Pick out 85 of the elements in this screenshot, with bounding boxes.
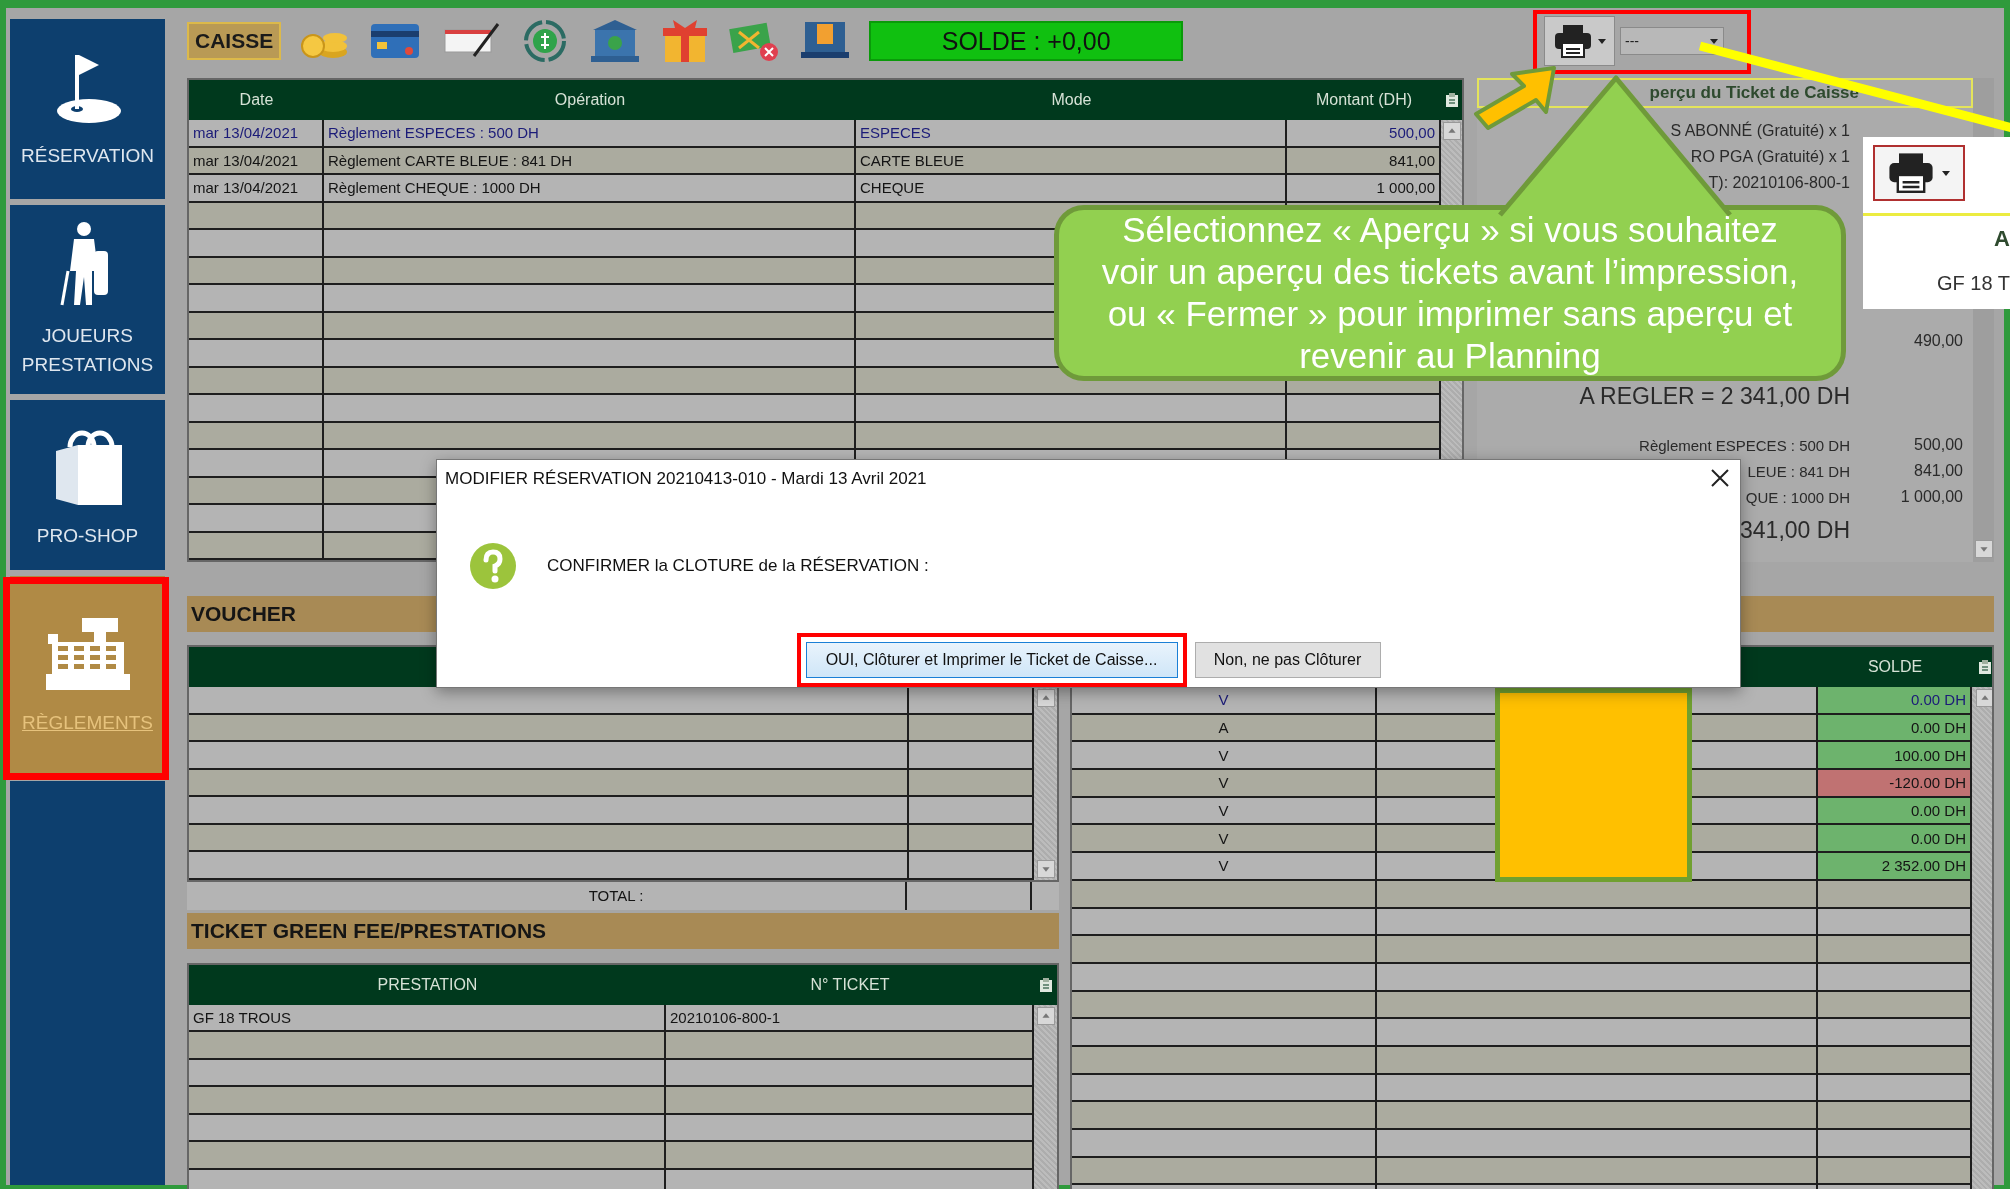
- preview-title: perçu du Ticket de Caisse: [1649, 83, 1859, 103]
- sidebar-label: RÉSERVATION: [20, 143, 155, 168]
- sidebar-item[interactable]: JOUEURS PRESTATIONS: [10, 205, 165, 394]
- table-cell[interactable]: Règlement ESPECES : 500 DH: [324, 120, 856, 146]
- preview-line: QUE : 1000 DH: [1745, 488, 1850, 506]
- scroll-down-icon[interactable]: [1974, 540, 1993, 558]
- table-cell[interactable]: Règlement CHEQUE : 1000 DH: [324, 175, 856, 201]
- caret-icon: [1596, 37, 1607, 45]
- scroll-up-icon[interactable]: [1442, 122, 1461, 140]
- column-header[interactable]: Montant (DH): [1316, 91, 1412, 109]
- column-header[interactable]: Mode: [1051, 91, 1092, 109]
- preview-line: A REGLER = 2 341,00 DH: [1579, 382, 1850, 410]
- print-button[interactable]: [1873, 145, 1965, 201]
- table-cell[interactable]: 0.00 DH: [1818, 687, 1972, 713]
- callout-text: Sélectionnez « Aperçu » si vous souhaitez voir un aperçu des tickets avant l’impression, ou « Fermer » pour imprimer sans aperçu et revenir au Planning: [1100, 209, 1800, 377]
- column-header[interactable]: Opération: [554, 91, 626, 109]
- scrollbar[interactable]: [1034, 1004, 1057, 1189]
- sidebar-item[interactable]: PRO-SHOP: [10, 400, 165, 570]
- balance-display: SOLDE : +0,00: [869, 21, 1184, 61]
- dialog-button[interactable]: Non, ne pas Clôturer: [1194, 642, 1381, 678]
- caret-icon: [1709, 37, 1719, 45]
- table-cell[interactable]: 0.00 DH: [1818, 714, 1972, 741]
- column-header[interactable]: Date: [239, 91, 274, 109]
- scroll-up-icon[interactable]: [1036, 1006, 1055, 1025]
- register-label: CAISSE: [187, 22, 282, 60]
- table-cell[interactable]: CHEQUE: [856, 175, 1287, 201]
- table-cell[interactable]: V: [1072, 853, 1377, 879]
- dialog-button[interactable]: OUI, Clôturer et Imprimer le Ticket de Caisse...: [805, 642, 1178, 678]
- preview-line: 341,00 DH: [1740, 516, 1850, 544]
- table-cell[interactable]: ESPECES: [856, 120, 1287, 146]
- preview-line: S ABONNÉ (Gratuité) x 1: [1670, 122, 1850, 140]
- scrollbar[interactable]: [1972, 687, 1992, 1189]
- table-cell[interactable]: mar 13/04/2021: [189, 175, 324, 201]
- column-header[interactable]: PRESTATION: [377, 975, 478, 994]
- print-button[interactable]: [1544, 16, 1615, 66]
- table-cell[interactable]: V: [1072, 742, 1377, 769]
- table-cell[interactable]: V: [1072, 770, 1377, 796]
- column-header[interactable]: SOLDE: [1867, 658, 1923, 676]
- preview-line: Règlement ESPECES : 500 DH: [1639, 436, 1850, 454]
- sidebar-label: JOUEURS PRESTATIONS: [20, 323, 155, 377]
- table-cell[interactable]: mar 13/04/2021: [189, 147, 324, 173]
- printer-icon: [1552, 23, 1593, 59]
- scroll-up-icon[interactable]: [1036, 689, 1055, 707]
- table-cell[interactable]: -120.00 DH: [1818, 770, 1972, 796]
- sidebar-item[interactable]: RÉSERVATION: [10, 19, 165, 199]
- scroll-down-icon[interactable]: [1036, 859, 1055, 878]
- sidebar-label: PRO-SHOP: [35, 523, 140, 548]
- table-cell[interactable]: GF 18 TROUS: [189, 1004, 666, 1030]
- table-cell[interactable]: A: [1072, 714, 1377, 741]
- section-title: TICKET GREEN FEE/PRESTATIONS: [191, 918, 547, 943]
- clipboard-icon[interactable]: [1444, 92, 1459, 108]
- bank-icon[interactable]: [589, 18, 642, 64]
- preview-amount: 490,00: [1914, 332, 1964, 350]
- dialog-message: CONFIRMER la CLOTURE de la RÉSERVATION :: [547, 555, 929, 576]
- clipboard-icon[interactable]: [1977, 659, 1992, 675]
- print-mode-dropdown[interactable]: ---: [1620, 27, 1724, 55]
- table-cell[interactable]: V: [1072, 825, 1377, 852]
- table-cell[interactable]: 2 352.00 DH: [1818, 853, 1972, 879]
- caret-icon: [1941, 169, 1951, 177]
- table-cell[interactable]: 0.00 DH: [1818, 797, 1972, 824]
- clipboard-icon[interactable]: [1038, 976, 1053, 993]
- table-cell[interactable]: Règlement CARTE BLEUE : 841 DH: [324, 147, 856, 173]
- table-cell[interactable]: 100.00 DH: [1818, 742, 1972, 769]
- sidebar-label: RÈGLEMENTS: [21, 711, 154, 735]
- scrollbar[interactable]: [1034, 687, 1057, 880]
- preview-amount: 841,00: [1914, 462, 1964, 480]
- section-title: VOUCHER: [191, 602, 296, 626]
- preview-line: LEUE : 841 DH: [1747, 462, 1850, 480]
- table-cell[interactable]: mar 13/04/2021: [189, 120, 324, 146]
- preview-line: T): 20210106-800-1: [1708, 174, 1850, 192]
- printer-icon: [1887, 151, 1935, 195]
- inset-label: A: [1994, 226, 2010, 252]
- scroll-up-icon[interactable]: [1975, 689, 1992, 707]
- table-cell[interactable]: CARTE BLEUE: [856, 147, 1287, 173]
- preview-amount: 500,00: [1914, 436, 1964, 454]
- close-icon: [1709, 467, 1731, 489]
- table-cell[interactable]: V: [1072, 797, 1377, 824]
- column-header[interactable]: N° TICKET: [810, 975, 890, 994]
- question-icon: [469, 541, 517, 590]
- dialog-title: MODIFIER RÉSERVATION 20210413-010 - Mardi 13 Avril 2021: [445, 469, 927, 489]
- inset-label: GF 18 T: [1937, 272, 2010, 295]
- preview-line: RO PGA (Gratuité) x 1: [1690, 148, 1850, 166]
- preview-amount: 1 000,00: [1900, 488, 1964, 506]
- total-label: TOTAL :: [588, 887, 644, 904]
- table-cell[interactable]: 0.00 DH: [1818, 825, 1972, 852]
